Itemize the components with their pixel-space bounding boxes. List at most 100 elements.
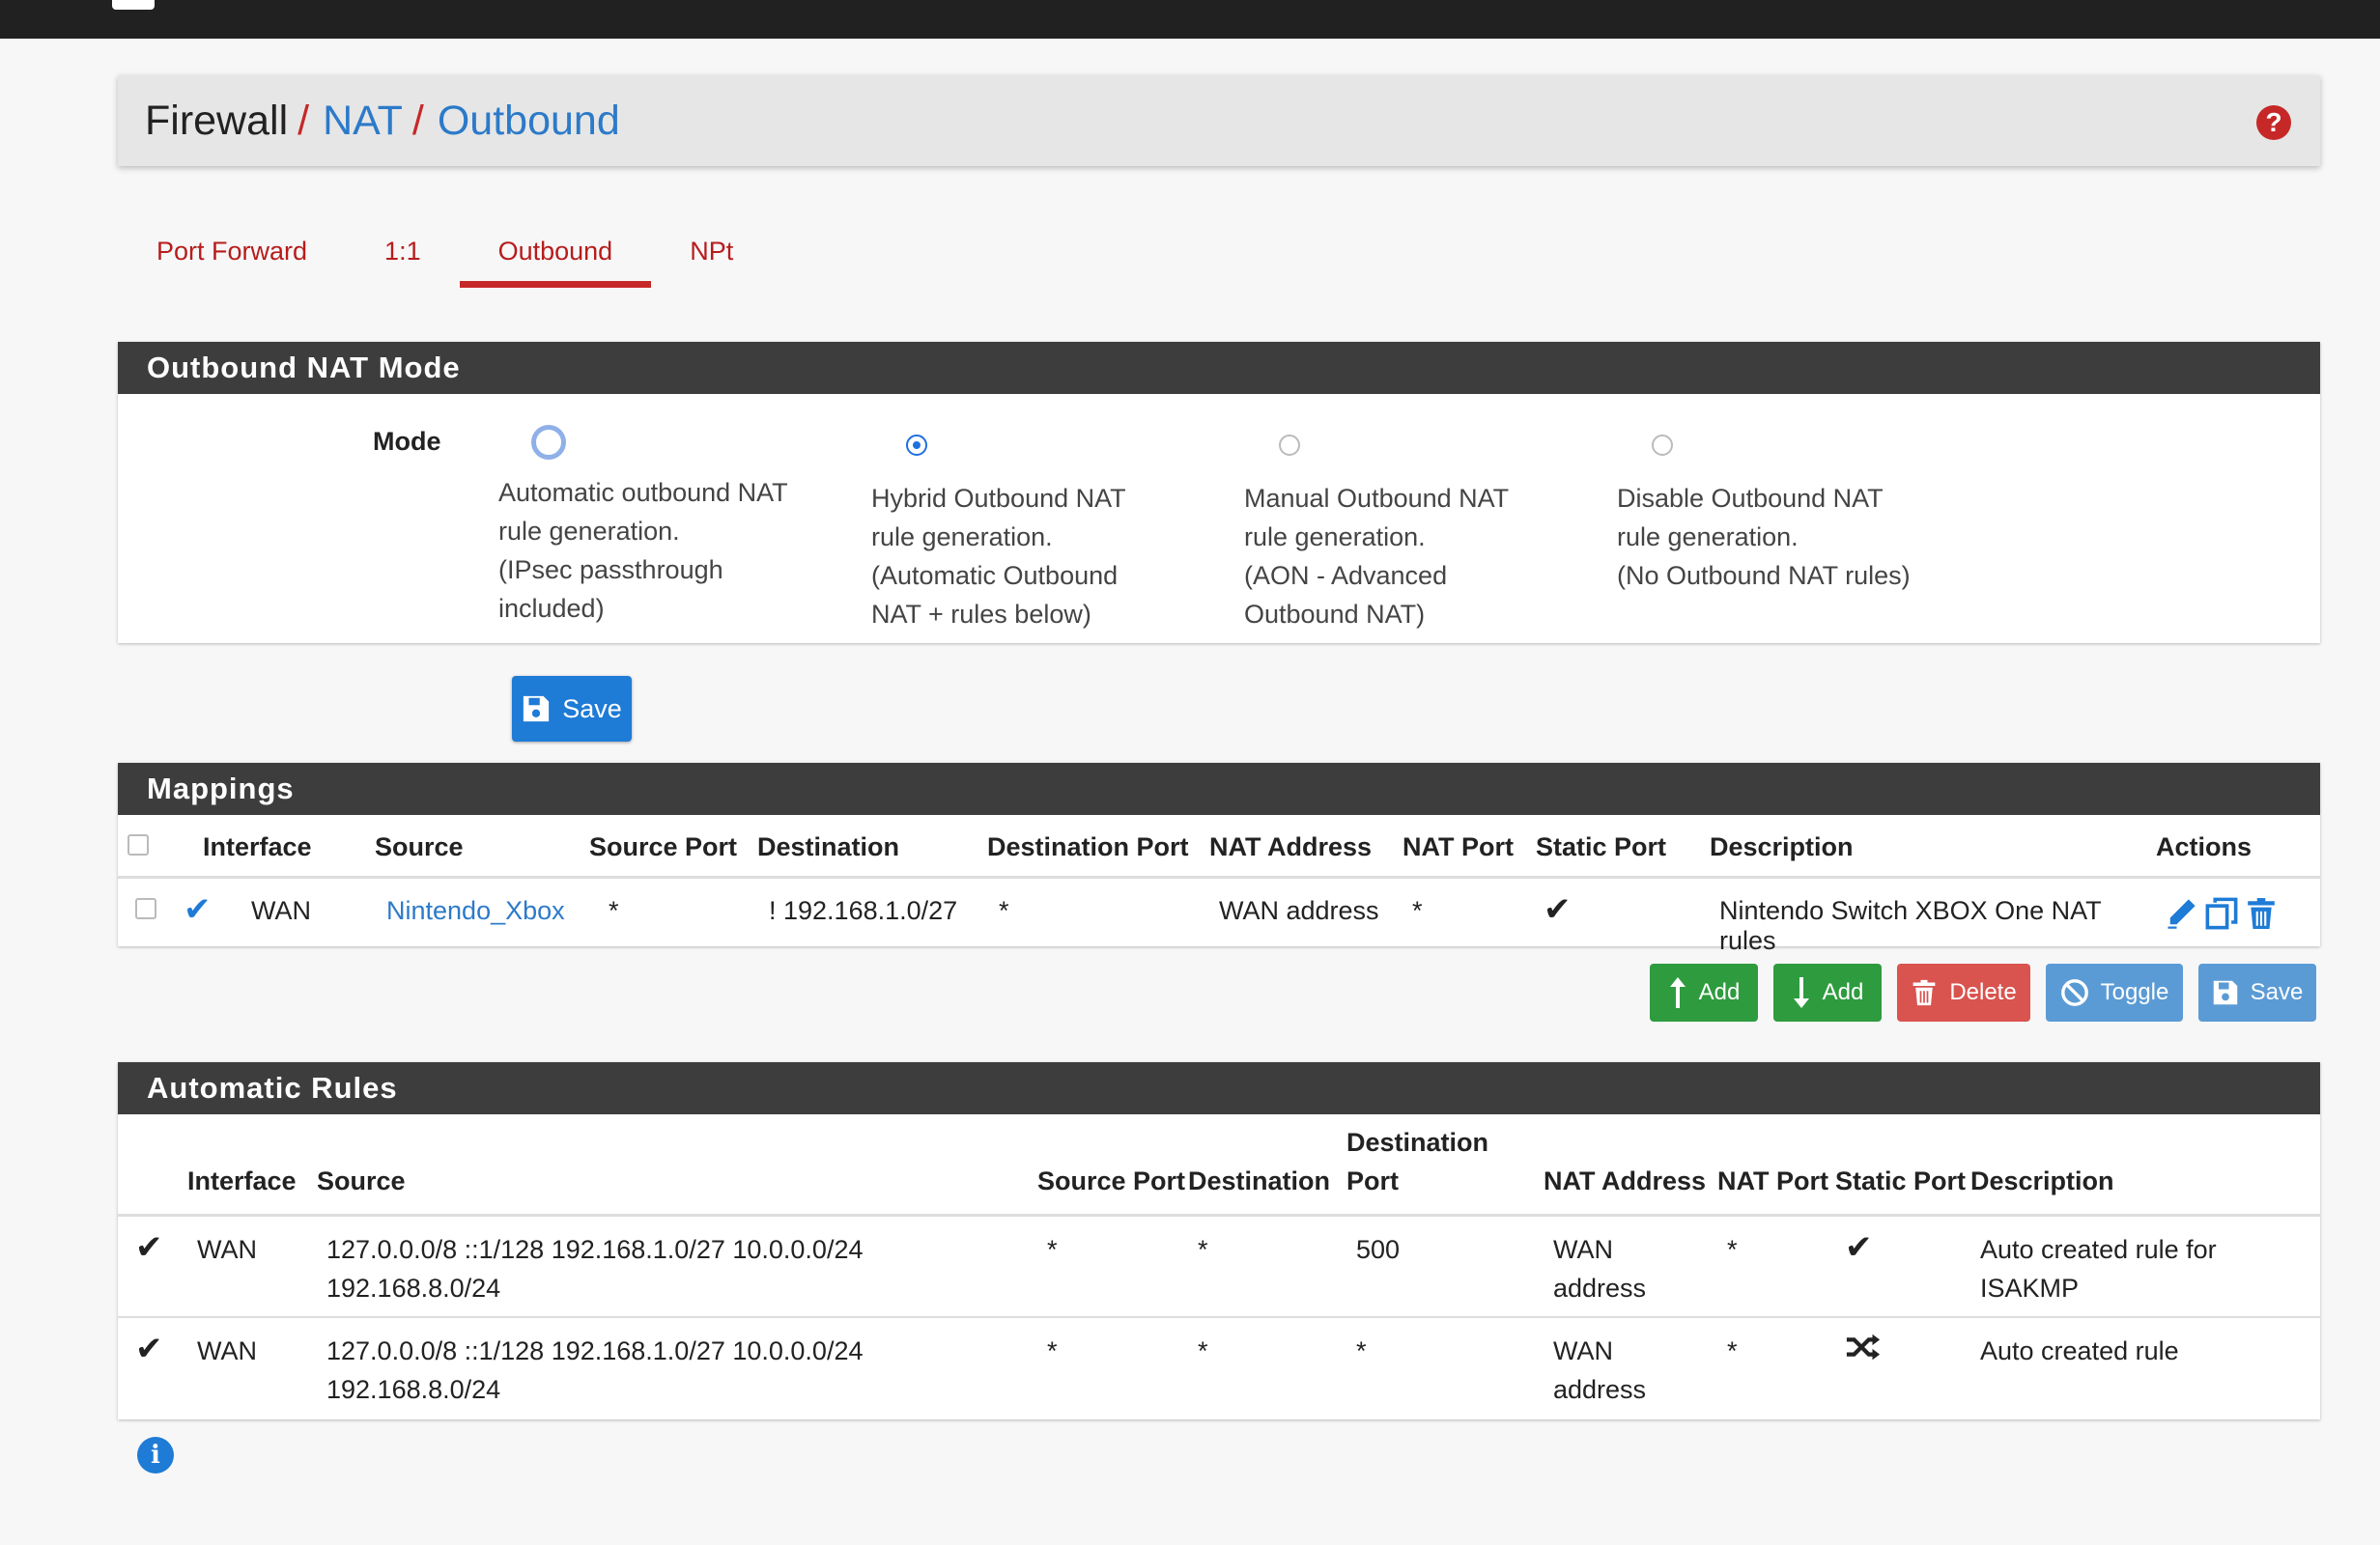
col-static-port: Static Port bbox=[1835, 1166, 1967, 1195]
breadcrumb-nat[interactable]: NAT bbox=[323, 98, 403, 145]
select-all-checkbox[interactable] bbox=[128, 833, 149, 856]
delete-label: Delete bbox=[1949, 979, 2017, 1005]
col-description: Description bbox=[1710, 831, 1854, 861]
col-static-port: Static Port bbox=[1536, 831, 1667, 861]
cell-nat-port: * bbox=[1412, 895, 1423, 925]
mappings-panel: Mappings Interface Source Source Port De… bbox=[118, 763, 2320, 955]
tab-port-forward[interactable]: Port Forward bbox=[118, 220, 346, 282]
save-label: Save bbox=[562, 693, 622, 723]
enabled-check-icon[interactable]: ✔ bbox=[184, 891, 212, 928]
col-nat-port: NAT Port bbox=[1402, 831, 1514, 861]
source-alias-link[interactable]: Nintendo_Xbox bbox=[386, 896, 565, 925]
cell-destination-port: * bbox=[1356, 1336, 1367, 1365]
ban-icon bbox=[2060, 979, 2088, 1006]
mode-option-automatic[interactable]: Automatic outbound NAT rule generation. … bbox=[498, 425, 827, 628]
col-nat-port: NAT Port bbox=[1717, 1166, 1828, 1195]
col-destination: Destination bbox=[1188, 1166, 1331, 1195]
cell-nat-address: WAN address bbox=[1553, 1234, 1647, 1303]
cell-description: Auto created rule bbox=[1980, 1336, 2179, 1365]
mode-save-button[interactable]: Save bbox=[512, 676, 632, 742]
add-top-button[interactable]: Add bbox=[1650, 964, 1758, 1022]
info-icon[interactable]: i bbox=[137, 1437, 174, 1474]
mappings-table: Interface Source Source Port Destination… bbox=[118, 815, 2320, 956]
col-source-port: Source Port bbox=[1037, 1166, 1186, 1195]
arrow-down-icon bbox=[1793, 977, 1809, 1008]
table-header: Interface Source Source Port Destination… bbox=[118, 1114, 2320, 1215]
cell-nat-address: WAN address bbox=[1553, 1336, 1647, 1404]
mode-option-text: Disable Outbound NAT rule generation. (N… bbox=[1617, 484, 1911, 590]
col-destination-port: Destination Port bbox=[987, 831, 1189, 861]
arrow-up-icon bbox=[1669, 977, 1686, 1008]
mode-option-text: Manual Outbound NAT rule generation. (AO… bbox=[1244, 484, 1510, 629]
mappings-save-button[interactable]: Save bbox=[2198, 964, 2316, 1022]
automatic-rules-panel: Automatic Rules Interface Source Source … bbox=[118, 1062, 2320, 1419]
mode-option-hybrid[interactable]: Hybrid Outbound NAT rule generation. (Au… bbox=[871, 435, 1200, 633]
radio-manual[interactable] bbox=[1279, 435, 1300, 456]
add-bottom-button[interactable]: Add bbox=[1773, 964, 1882, 1022]
delete-button[interactable]: Delete bbox=[1897, 964, 2030, 1022]
logo[interactable] bbox=[112, 0, 155, 10]
mode-label: Mode bbox=[373, 427, 441, 456]
toggle-label: Toggle bbox=[2100, 979, 2169, 1005]
toggle-button[interactable]: Toggle bbox=[2046, 964, 2183, 1022]
cell-description: Auto created rule for ISAKMP bbox=[1980, 1234, 2217, 1303]
table-row[interactable]: ✔ WAN Nintendo_Xbox * ! 192.168.1.0/27 *… bbox=[118, 877, 2320, 956]
cell-destination-port: * bbox=[999, 895, 1009, 925]
cell-destination-port: 500 bbox=[1356, 1234, 1401, 1264]
col-interface: Interface bbox=[203, 831, 312, 861]
copy-icon[interactable] bbox=[2204, 896, 2239, 931]
nat-tabs: Port Forward 1:1 Outbound NPt bbox=[118, 220, 772, 288]
outbound-nat-mode-panel: Outbound NAT Mode Mode Automatic outboun… bbox=[118, 342, 2320, 643]
tab-outbound[interactable]: Outbound bbox=[459, 220, 652, 288]
tab-npt[interactable]: NPt bbox=[651, 220, 772, 282]
cell-destination: * bbox=[1198, 1336, 1208, 1365]
col-source: Source bbox=[375, 831, 464, 861]
cell-source-port: * bbox=[1047, 1234, 1058, 1264]
cell-source-port: * bbox=[1047, 1336, 1058, 1365]
panel-title: Automatic Rules bbox=[118, 1062, 2320, 1114]
row-checkbox[interactable] bbox=[135, 897, 156, 919]
breadcrumb-outbound[interactable]: Outbound bbox=[438, 98, 620, 145]
table-row: ✔ WAN 127.0.0.0/8 ::1/128 192.168.1.0/27… bbox=[118, 1215, 2320, 1317]
trash-icon[interactable] bbox=[2245, 896, 2278, 931]
col-source-port: Source Port bbox=[589, 831, 738, 861]
row-actions bbox=[2156, 896, 2320, 931]
cell-source: 127.0.0.0/8 ::1/128 192.168.1.0/27 10.0.… bbox=[326, 1336, 864, 1404]
col-description: Description bbox=[1970, 1166, 2114, 1195]
cell-source-port: * bbox=[609, 895, 619, 925]
pencil-icon[interactable] bbox=[2164, 896, 2198, 931]
floppy-disk-icon bbox=[2213, 980, 2237, 1005]
save-label: Save bbox=[2250, 979, 2304, 1005]
panel-title: Mappings bbox=[118, 763, 2320, 815]
col-destination-port: Destination Port bbox=[1346, 1127, 1489, 1195]
mode-option-disable[interactable]: Disable Outbound NAT rule generation. (N… bbox=[1617, 435, 1984, 595]
panel-title: Outbound NAT Mode bbox=[118, 342, 2320, 394]
cell-description: Nintendo Switch XBOX One NAT rules bbox=[1719, 895, 2102, 955]
mode-option-manual[interactable]: Manual Outbound NAT rule generation. (AO… bbox=[1244, 435, 1572, 633]
mode-option-text: Hybrid Outbound NAT rule generation. (Au… bbox=[871, 484, 1126, 629]
add-top-label: Add bbox=[1698, 979, 1741, 1005]
check-icon: ✔ bbox=[1845, 1228, 1873, 1266]
col-interface: Interface bbox=[187, 1166, 297, 1195]
radio-disable[interactable] bbox=[1652, 435, 1673, 456]
cell-interface: WAN bbox=[197, 1234, 257, 1264]
trash-icon bbox=[1912, 979, 1936, 1006]
table-row: ✔ WAN 127.0.0.0/8 ::1/128 192.168.1.0/27… bbox=[118, 1317, 2320, 1419]
table-header: Interface Source Source Port Destination… bbox=[118, 815, 2320, 877]
cell-destination: ! 192.168.1.0/27 bbox=[769, 895, 958, 925]
cell-nat-port: * bbox=[1727, 1234, 1738, 1264]
col-actions: Actions bbox=[2156, 831, 2252, 861]
enabled-check-icon: ✔ bbox=[135, 1228, 163, 1266]
automatic-rules-table: Interface Source Source Port Destination… bbox=[118, 1114, 2320, 1419]
tab-one-to-one[interactable]: 1:1 bbox=[346, 220, 460, 282]
static-port-check-icon: ✔ bbox=[1544, 890, 1572, 928]
breadcrumb: Firewall / NAT / Outbound ? bbox=[118, 75, 2320, 166]
cell-interface: WAN bbox=[197, 1336, 257, 1365]
breadcrumb-separator: / bbox=[411, 97, 424, 144]
col-source: Source bbox=[317, 1166, 406, 1195]
question-circle-icon[interactable]: ? bbox=[2256, 105, 2291, 140]
cell-nat-port: * bbox=[1727, 1336, 1738, 1365]
radio-hybrid[interactable] bbox=[906, 435, 927, 456]
col-destination: Destination bbox=[757, 831, 900, 861]
radio-automatic[interactable] bbox=[531, 425, 566, 460]
